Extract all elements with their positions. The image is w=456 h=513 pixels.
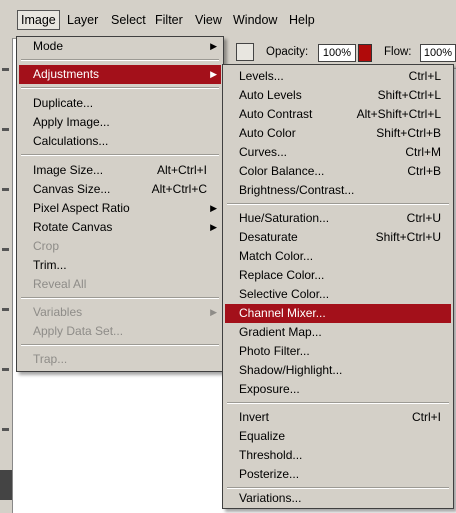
menu-item-hue-saturation[interactable]: Hue/Saturation... Ctrl+U [225,209,451,228]
menu-item-canvas-size[interactable]: Canvas Size... Alt+Ctrl+C [19,180,221,199]
menu-item-auto-color[interactable]: Auto Color Shift+Ctrl+B [225,124,451,143]
menu-item-mode[interactable]: Mode ▶ [19,37,221,56]
toolbox-edge [0,470,12,500]
tool-icon[interactable] [2,368,9,371]
submenu-arrow-icon: ▶ [210,41,217,51]
menu-item-color-balance[interactable]: Color Balance... Ctrl+B [225,162,451,181]
adjustments-submenu: Levels... Ctrl+L Auto Levels Shift+Ctrl+L … [222,64,454,509]
menu-help[interactable]: Help [289,11,315,29]
menu-layer[interactable]: Layer [67,11,98,29]
menu-view[interactable]: View [195,11,222,29]
menu-item-pixel-aspect-ratio[interactable]: Pixel Aspect Ratio ▶ [19,199,221,218]
menu-item-levels[interactable]: Levels... Ctrl+L [225,67,451,86]
menu-item-desaturate[interactable]: Desaturate Shift+Ctrl+U [225,228,451,247]
menu-filter[interactable]: Filter [155,11,183,29]
menu-item-trap: Trap... [33,352,68,366]
menu-item-crop: Crop [33,239,60,253]
separator [21,154,219,156]
separator [21,297,219,299]
menu-item-trim[interactable]: Trim... [19,256,221,275]
menu-item-variations[interactable]: Variations... [225,489,451,508]
submenu-arrow-icon: ▶ [210,69,217,79]
menu-image[interactable]: Image [17,10,60,30]
tool-icon[interactable] [2,248,9,251]
menu-item-gradient-map[interactable]: Gradient Map... [225,323,451,342]
menu-select[interactable]: Select [111,11,146,29]
menu-item-rotate-canvas[interactable]: Rotate Canvas ▶ [19,218,221,237]
menu-item-auto-contrast[interactable]: Auto Contrast Alt+Shift+Ctrl+L [225,105,451,124]
flow-input[interactable]: 100% [420,44,456,62]
menu-item-equalize[interactable]: Equalize [225,427,451,446]
menu-item-apply-image[interactable]: Apply Image... [19,113,221,132]
separator [21,87,219,89]
menu-item-exposure[interactable]: Exposure... [225,380,451,399]
menu-window[interactable]: Window [233,11,277,29]
menu-bar: Image Layer Select Filter View Window He… [0,0,456,39]
submenu-arrow-icon: ▶ [210,203,217,213]
tool-icon[interactable] [2,428,9,431]
tool-icon[interactable] [2,128,9,131]
separator [227,203,449,205]
menu-item-calculations[interactable]: Calculations... [19,132,221,151]
menu-item-replace-color[interactable]: Replace Color... [225,266,451,285]
menu-item-match-color[interactable]: Match Color... [225,247,451,266]
menu-item-selective-color[interactable]: Selective Color... [225,285,451,304]
opacity-input[interactable]: 100% [318,44,356,62]
separator [21,59,219,61]
tool-icon[interactable] [2,188,9,191]
mode-dropdown[interactable] [236,43,254,61]
separator [21,344,219,346]
image-menu: Mode ▶ Adjustments ▶ Duplicate... Apply Im… [16,36,224,372]
menu-item-duplicate[interactable]: Duplicate... [19,94,221,113]
menu-item-adjustments[interactable]: Adjustments ▶ [19,65,221,84]
menu-item-apply-data-set: Apply Data Set... [33,324,124,338]
toolbox-strip [0,38,13,513]
submenu-arrow-icon: ▶ [210,307,217,317]
menu-item-threshold[interactable]: Threshold... [225,446,451,465]
menu-item-reveal-all: Reveal All [33,277,87,291]
separator [227,402,449,404]
menu-item-invert[interactable]: Invert Ctrl+I [225,408,451,427]
menu-item-photo-filter[interactable]: Photo Filter... [225,342,451,361]
menu-item-auto-levels[interactable]: Auto Levels Shift+Ctrl+L [225,86,451,105]
menu-item-brightness-contrast[interactable]: Brightness/Contrast... [225,181,451,200]
tool-icon[interactable] [2,308,9,311]
menu-item-posterize[interactable]: Posterize... [225,465,451,484]
menu-item-shadow-highlight[interactable]: Shadow/Highlight... [225,361,451,380]
opacity-slider-button[interactable] [358,44,372,62]
submenu-arrow-icon: ▶ [210,222,217,232]
menu-item-channel-mixer[interactable]: Channel Mixer... [225,304,451,323]
menu-item-variables: Variables ▶ [19,303,221,322]
menu-item-curves[interactable]: Curves... Ctrl+M [225,143,451,162]
menu-item-image-size[interactable]: Image Size... Alt+Ctrl+I [19,161,221,180]
tool-icon[interactable] [2,68,9,71]
flow-label: Flow: [384,46,412,58]
opacity-label: Opacity: [266,46,309,58]
